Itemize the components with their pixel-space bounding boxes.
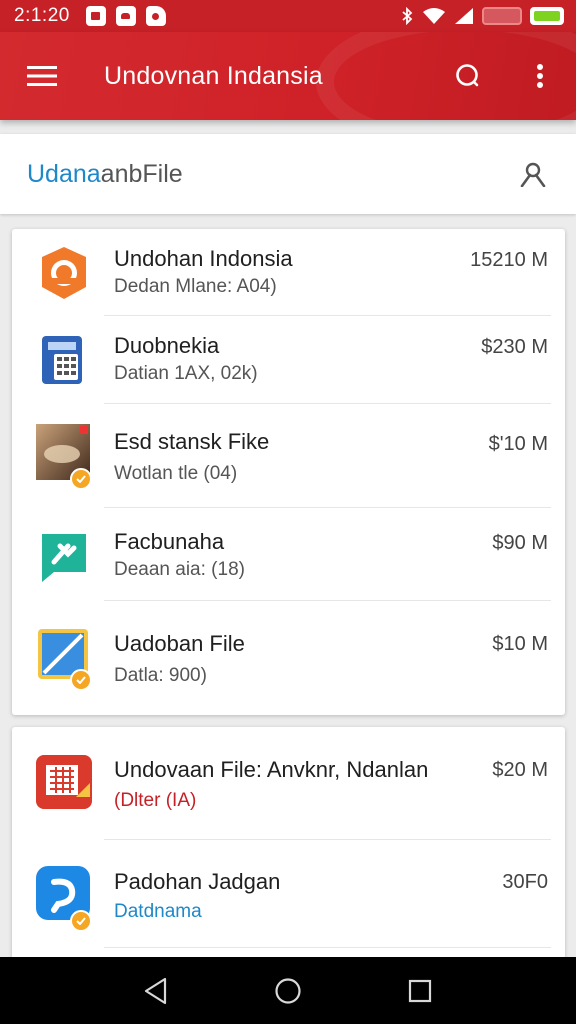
search-icon xyxy=(456,64,479,87)
back-button[interactable] xyxy=(131,966,181,1016)
item-title: Esd stansk Fike xyxy=(114,429,270,454)
notification-icon xyxy=(85,6,106,26)
item-title: Undovaan File: Anvknr, Ndanlan xyxy=(114,757,429,782)
list-item[interactable]: Esd stansk Fike Wotlan tle (04) $'10 M xyxy=(12,404,565,508)
item-subtitle: Datian 1AX, 02k) xyxy=(114,363,258,384)
menu-button[interactable] xyxy=(0,32,84,120)
notification-icon xyxy=(115,6,136,26)
app-bar: Undovnan Indansia xyxy=(0,32,576,120)
recents-button[interactable] xyxy=(395,966,445,1016)
notification-icon xyxy=(145,6,166,26)
recents-icon xyxy=(408,979,432,1002)
signal-icon xyxy=(455,8,473,24)
wifi-icon xyxy=(423,8,445,24)
list-item[interactable]: Facbunaha Deaan aia: (18) $90 M xyxy=(12,508,565,601)
verified-badge-icon xyxy=(70,669,92,691)
grid-app-icon xyxy=(36,753,92,809)
battery-icon xyxy=(482,7,522,25)
item-subtitle: (Dlter (IA) xyxy=(114,790,197,811)
calculator-app-icon xyxy=(36,332,92,388)
battery-icon xyxy=(530,7,564,25)
item-title: Undohan Indonsia xyxy=(114,246,293,271)
item-title: Uadoban File xyxy=(114,631,245,656)
notification-icons xyxy=(85,6,166,26)
chat-bubble-app-icon xyxy=(36,866,92,932)
more-options-button[interactable] xyxy=(520,56,560,96)
status-time: 2:1:20 xyxy=(14,5,70,26)
bluetooth-icon xyxy=(402,7,413,25)
item-size: 15210 M xyxy=(470,249,548,271)
item-size: $230 M xyxy=(481,336,548,358)
list-item[interactable]: Padohan Jadgan Datdnama 30F0 xyxy=(12,840,565,950)
back-icon xyxy=(144,977,167,1004)
status-bar: 2:1:20 xyxy=(0,0,576,32)
more-vert-icon xyxy=(537,64,543,88)
verified-badge-icon xyxy=(70,910,92,932)
navigation-bar xyxy=(0,957,576,1024)
chat-app-icon xyxy=(36,528,92,584)
item-subtitle: Datla: 900) xyxy=(114,665,207,686)
app-title: Undovnan Indansia xyxy=(104,61,323,90)
filter-icon xyxy=(520,162,546,187)
menu-icon xyxy=(27,66,57,86)
item-title: Padohan Jadgan xyxy=(114,869,281,894)
item-subtitle: Dedan Mlane: A04) xyxy=(114,276,277,297)
list-item[interactable]: Undovaan File: Anvknr, Ndanlan (Dlter (I… xyxy=(12,727,565,840)
item-subtitle: Deaan aia: (18) xyxy=(114,559,245,580)
search-bar[interactable]: UdanaanbFile xyxy=(0,134,576,214)
item-subtitle: Wotlan tle (04) xyxy=(114,463,238,484)
list-item[interactable]: Duobnekia Datian 1AX, 02k) $230 M xyxy=(12,316,565,404)
app-list-card: Undohan Indonsia Dedan Mlane: A04) 15210… xyxy=(12,229,565,715)
home-button[interactable] xyxy=(263,966,313,1016)
item-size: 30F0 xyxy=(502,871,548,893)
map-app-icon xyxy=(36,625,92,691)
orange-app-icon xyxy=(36,245,92,301)
item-title: Duobnekia xyxy=(114,333,220,358)
filter-button[interactable] xyxy=(512,154,554,194)
verified-badge-icon xyxy=(70,468,92,490)
item-subtitle: Datdnama xyxy=(114,901,202,922)
list-item[interactable]: Undohan Indonsia Dedan Mlane: A04) 15210… xyxy=(12,229,565,316)
search-query[interactable]: UdanaanbFile xyxy=(27,160,183,189)
list-item[interactable]: Uadoban File Datla: 900) $10 M xyxy=(12,601,565,715)
item-title: Facbunaha xyxy=(114,529,225,554)
search-button[interactable] xyxy=(448,56,488,96)
item-size: $'10 M xyxy=(488,433,548,455)
item-size: $90 M xyxy=(492,532,548,554)
status-icons xyxy=(400,7,564,25)
item-size: $10 M xyxy=(492,633,548,655)
home-icon xyxy=(275,977,301,1004)
photo-app-icon xyxy=(36,424,92,490)
app-list-card: Undovaan File: Anvknr, Ndanlan (Dlter (I… xyxy=(12,727,565,959)
item-size: $20 M xyxy=(492,759,548,781)
